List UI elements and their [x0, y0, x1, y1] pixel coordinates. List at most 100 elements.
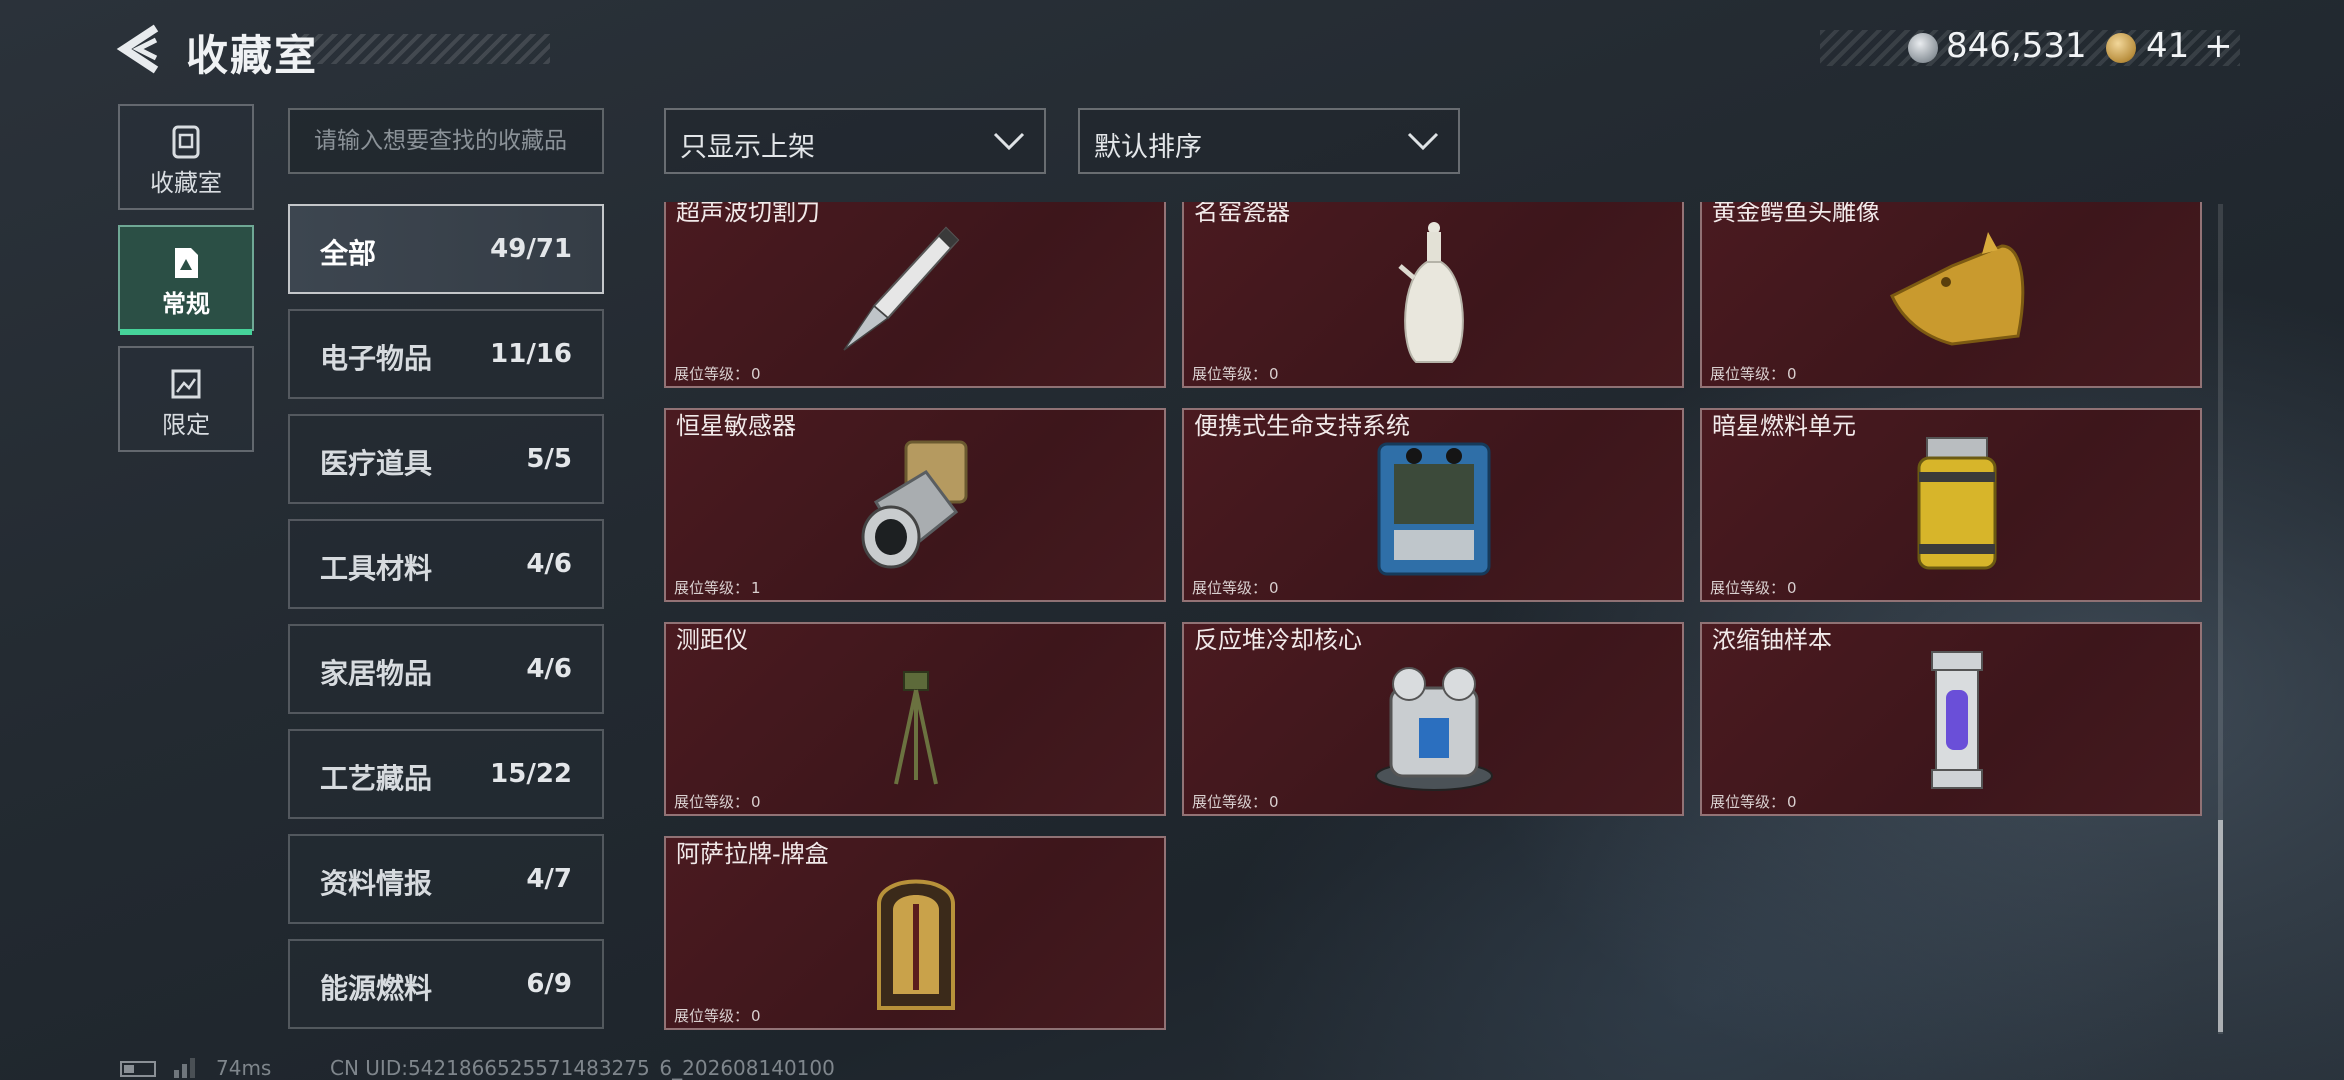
page-title: 收藏室 [186, 31, 319, 80]
chevron-down-icon [993, 132, 1025, 151]
level-label: 展位等级： [674, 793, 750, 811]
level-label: 展位等级： [1710, 793, 1786, 811]
collection-grid: 超声波切割刀 展位等级： 0 名窑瓷器 展位等级： 0 黄金鳄鱼头雕像 展位等级： 0… [664, 202, 2212, 1032]
level-value: 1 [751, 579, 761, 597]
life-support-icon [1377, 442, 1491, 576]
currency-gold-value: 41 [2146, 26, 2190, 66]
golden-crocodile-statue-icon [1890, 232, 2025, 346]
booth-level: 展位等级： 0 [1708, 791, 1797, 812]
battery-icon [120, 1061, 156, 1077]
add-currency-button[interactable]: + [2204, 26, 2233, 66]
category-crafts[interactable]: 工艺藏品 15/22 [288, 729, 604, 819]
level-label: 展位等级： [674, 579, 750, 597]
item-card[interactable]: 便携式生命支持系统 展位等级： 0 [1182, 408, 1684, 602]
rangefinder-icon [894, 671, 938, 785]
currency-silver-amount: 846,531 [1946, 26, 2087, 66]
gold-coin-icon [2106, 33, 2136, 63]
item-name: 超声波切割刀 [676, 202, 820, 226]
level-value: 0 [1269, 579, 1279, 597]
item-name: 恒星敏感器 [676, 412, 796, 440]
category-name: 能源燃料 [320, 972, 433, 1005]
sort-dropdown-label: 默认排序 [1094, 132, 1202, 163]
sort-dropdown[interactable]: 默认排序 [1078, 108, 1460, 174]
category-electronics[interactable]: 电子物品 11/16 [288, 309, 604, 399]
back-icon[interactable] [116, 24, 162, 74]
card-box-icon [877, 879, 955, 1010]
booth-level: 展位等级： 0 [1708, 577, 1797, 598]
category-name: 医疗道具 [320, 447, 433, 480]
signal-icon [174, 1058, 195, 1078]
tab-limited[interactable]: 限定 [118, 346, 254, 452]
booth-level: 展位等级： 0 [672, 791, 761, 812]
item-name: 反应堆冷却核心 [1194, 626, 1362, 654]
item-card[interactable]: 黄金鳄鱼头雕像 展位等级： 0 [1700, 202, 2202, 388]
item-name: 测距仪 [676, 626, 748, 654]
porcelain-vase-icon [1398, 222, 1464, 363]
tab-limited-label: 限定 [162, 411, 210, 439]
limited-icon [171, 369, 201, 399]
tab-collection[interactable]: 收藏室 [118, 104, 254, 210]
category-energy[interactable]: 能源燃料 6/9 [288, 939, 604, 1029]
category-name: 工艺藏品 [320, 762, 433, 795]
category-count: 11/16 [490, 339, 572, 369]
booth-level: 展位等级： 0 [672, 363, 761, 384]
regular-icon [175, 248, 198, 278]
booth-level: 展位等级： 0 [1190, 791, 1279, 812]
category-count: 6/9 [526, 969, 572, 999]
category-all[interactable]: 全部 49/71 [288, 204, 604, 294]
item-card[interactable]: 暗星燃料单元 展位等级： 0 [1700, 408, 2202, 602]
booth-level: 展位等级： 1 [672, 577, 761, 598]
filter-dropdown[interactable]: 只显示上架 [664, 108, 1046, 174]
fuel-cell-icon [1917, 437, 1997, 570]
uranium-sample-icon [1931, 651, 1983, 789]
category-tools[interactable]: 工具材料 4/6 [288, 519, 604, 609]
category-count: 4/6 [526, 654, 572, 684]
currency-gold-amount: 41 + [2146, 26, 2233, 66]
ping-text: 74ms [216, 1056, 272, 1080]
item-card[interactable]: 名窑瓷器 展位等级： 0 [1182, 202, 1684, 388]
category-count: 5/5 [526, 444, 572, 474]
category-count: 15/22 [490, 759, 572, 789]
level-label: 展位等级： [674, 365, 750, 383]
star-sensor-icon [861, 440, 968, 569]
tab-regular[interactable]: 常规 [118, 225, 254, 335]
level-value: 0 [1269, 365, 1279, 383]
filter-dropdown-label: 只显示上架 [680, 132, 815, 163]
category-count: 49/71 [490, 234, 572, 264]
item-card[interactable]: 阿萨拉牌-牌盒 展位等级： 0 [664, 836, 1166, 1030]
item-name: 暗星燃料单元 [1712, 412, 1856, 440]
category-name: 工具材料 [320, 552, 433, 585]
level-label: 展位等级： [1192, 365, 1268, 383]
level-label: 展位等级： [1710, 365, 1786, 383]
booth-level: 展位等级： 0 [1190, 577, 1279, 598]
item-name: 阿萨拉牌-牌盒 [676, 840, 829, 868]
item-card[interactable]: 反应堆冷却核心 展位等级： 0 [1182, 622, 1684, 816]
item-name: 浓缩铀样本 [1712, 626, 1832, 654]
category-name: 资料情报 [320, 867, 433, 900]
item-card[interactable]: 测距仪 展位等级： 0 [664, 622, 1166, 816]
level-label: 展位等级： [674, 1007, 750, 1025]
item-card[interactable]: 恒星敏感器 展位等级： 1 [664, 408, 1166, 602]
level-value: 0 [751, 365, 761, 383]
item-card[interactable]: 超声波切割刀 展位等级： 0 [664, 202, 1166, 388]
chevron-down-icon [1407, 132, 1439, 151]
category-medical[interactable]: 医疗道具 5/5 [288, 414, 604, 504]
level-value: 0 [1269, 793, 1279, 811]
level-label: 展位等级： [1192, 793, 1268, 811]
item-card[interactable]: 浓缩铀样本 展位等级： 0 [1700, 622, 2202, 816]
level-value: 0 [1787, 793, 1797, 811]
booth-level: 展位等级： 0 [672, 1005, 761, 1026]
category-household[interactable]: 家居物品 4/6 [288, 624, 604, 714]
category-name: 家居物品 [320, 657, 433, 690]
item-name: 名窑瓷器 [1194, 202, 1290, 226]
category-count: 4/7 [526, 864, 572, 894]
category-intel[interactable]: 资料情报 4/7 [288, 834, 604, 924]
title-decoration [290, 34, 550, 64]
scrollbar-thumb[interactable] [2218, 820, 2223, 1032]
ultrasonic-knife-icon [843, 226, 960, 351]
category-count: 4/6 [526, 549, 572, 579]
search-input[interactable] [288, 108, 604, 174]
level-value: 0 [1787, 579, 1797, 597]
tab-regular-label: 常规 [162, 290, 210, 318]
level-value: 0 [751, 793, 761, 811]
